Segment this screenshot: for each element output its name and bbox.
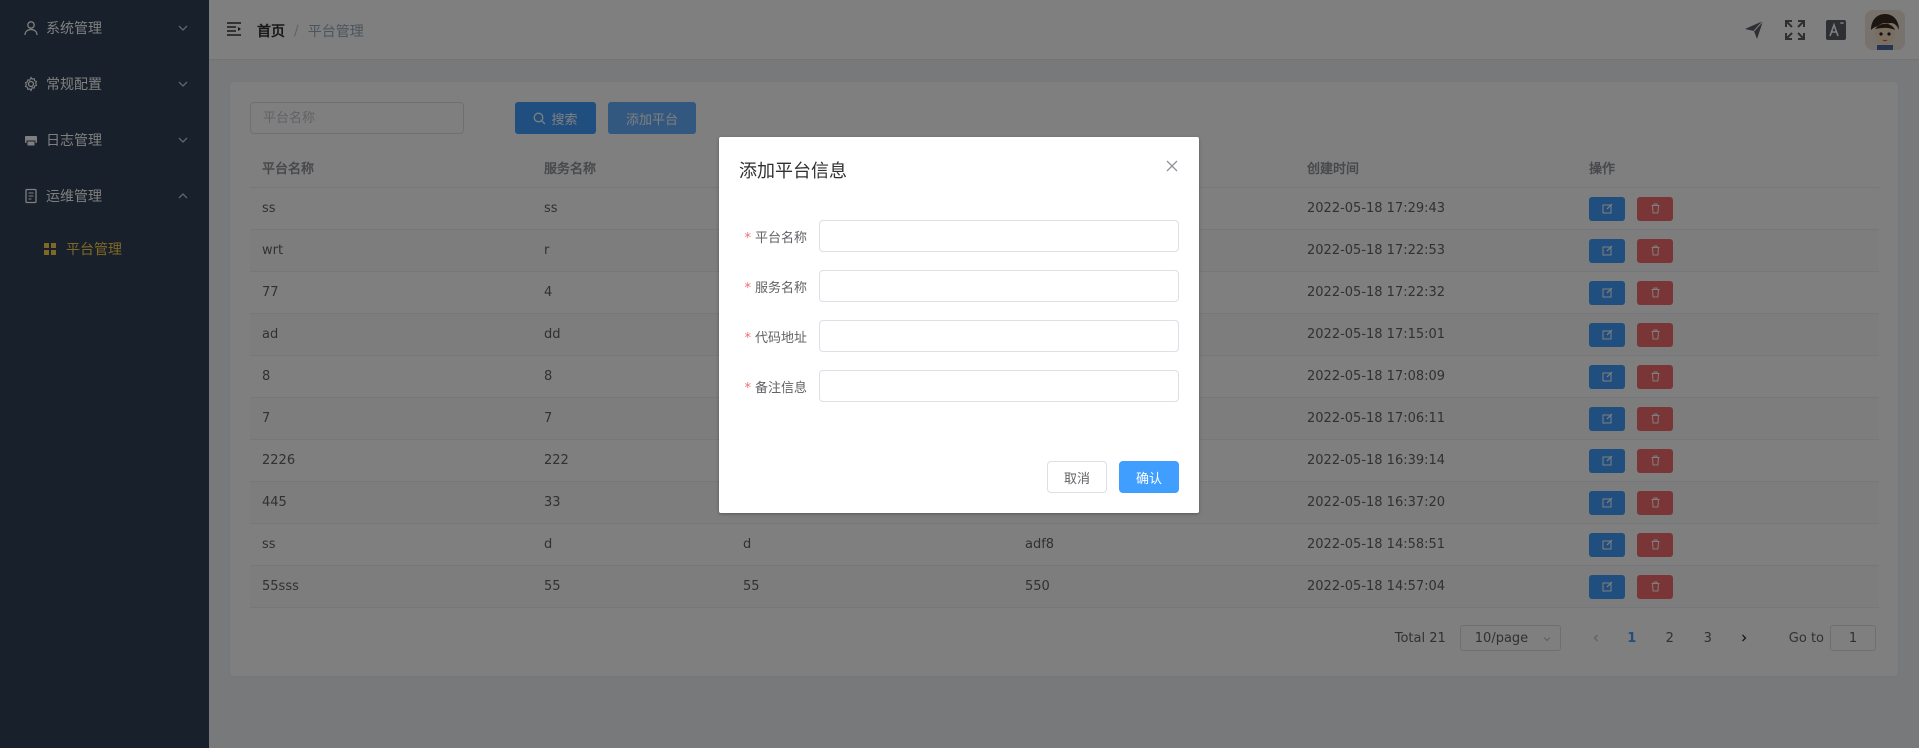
confirm-button[interactable]: 确认	[1119, 461, 1179, 493]
add-platform-dialog: 添加平台信息 * 平台名称 * 服务名称 * 代码地址 * 备注信息 取消 确认	[719, 137, 1199, 513]
platform-name-field[interactable]	[819, 220, 1179, 252]
form-label: * 服务名称	[744, 280, 807, 296]
form-row-service-name: * 服务名称	[739, 270, 1179, 302]
code-url-field[interactable]	[819, 320, 1179, 352]
dialog-title: 添加平台信息	[739, 161, 847, 182]
form-row-platform-name: * 平台名称	[739, 220, 1179, 252]
form-label: * 代码地址	[744, 330, 807, 346]
cancel-button[interactable]: 取消	[1047, 461, 1107, 493]
service-name-field[interactable]	[819, 270, 1179, 302]
form-label: * 平台名称	[744, 230, 807, 246]
remarks-field[interactable]	[819, 370, 1179, 402]
form-row-code-url: * 代码地址	[739, 320, 1179, 352]
form-row-remarks: * 备注信息	[739, 370, 1179, 402]
close-icon[interactable]	[1165, 159, 1179, 173]
form-label: * 备注信息	[744, 380, 807, 396]
